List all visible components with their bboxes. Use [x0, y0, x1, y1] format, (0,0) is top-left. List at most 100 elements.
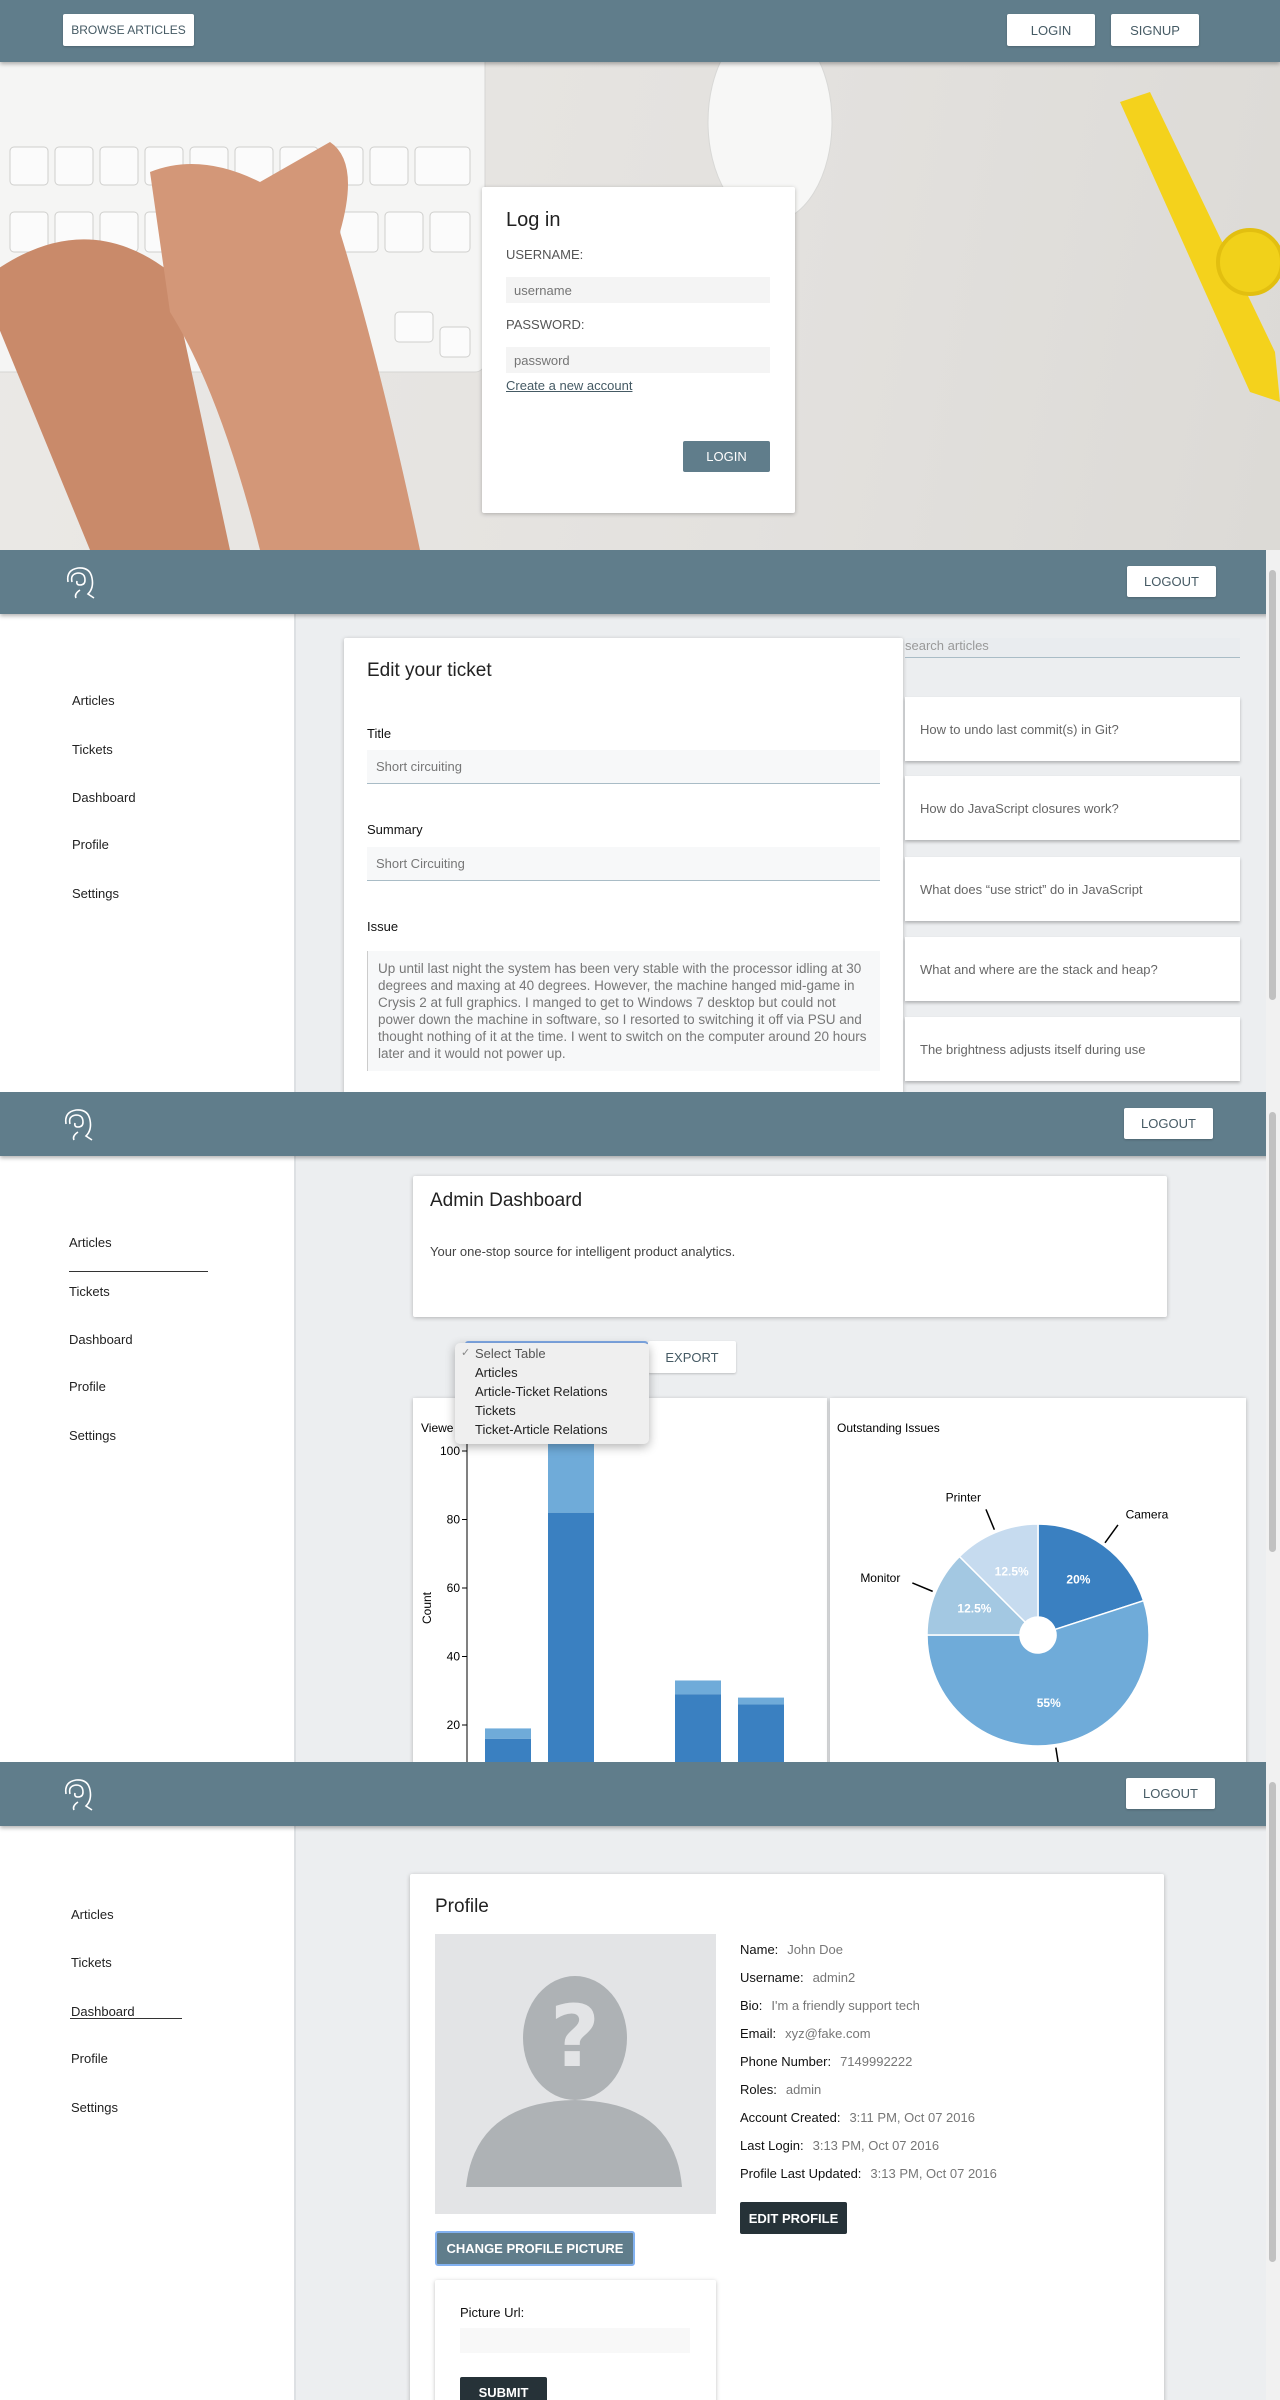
sidebar-item-tickets[interactable]: Tickets [71, 1955, 112, 1970]
sidebar-item-settings[interactable]: Settings [69, 1428, 116, 1443]
field-label: Bio: [740, 1998, 763, 2013]
dashboard-subtitle: Your one-stop source for intelligent pro… [430, 1244, 736, 1259]
password-input[interactable] [506, 347, 770, 373]
scrollbar[interactable] [1266, 1762, 1280, 2400]
profile-field: Name: John Doe [740, 1942, 843, 1957]
slice-name-label: Monitor [860, 1571, 900, 1585]
y-axis-label: Count [420, 1591, 434, 1624]
admin-dashboard-card: Admin Dashboard Your one-stop source for… [413, 1176, 1167, 1317]
title-input[interactable]: Short circuiting [367, 750, 880, 784]
dropdown-option[interactable]: ✓ Select Table [455, 1346, 649, 1365]
submit-button[interactable]: SUBMIT [460, 2377, 547, 2400]
field-label: Account Created: [740, 2110, 841, 2125]
dropdown-option-label: Select Table [475, 1346, 546, 1361]
sidebar-item-profile[interactable]: Profile [71, 2051, 108, 2066]
issue-textarea[interactable]: Up until last night the system has been … [367, 951, 880, 1071]
sidebar-item-settings[interactable]: Settings [71, 2100, 118, 2115]
bar-segment [675, 1680, 721, 1695]
picture-url-label: Picture Url: [460, 2305, 525, 2320]
logout-button[interactable]: LOGOUT [1127, 566, 1216, 597]
sidebar-item-dashboard[interactable]: Dashboard [72, 790, 136, 805]
login-submit-button[interactable]: LOGIN [683, 441, 770, 472]
dropdown-option[interactable]: Ticket-Article Relations [455, 1422, 649, 1441]
bar-segment [548, 1512, 594, 1762]
checkmark-icon: ✓ [461, 1347, 471, 1359]
field-label: Email: [740, 2026, 777, 2041]
export-button[interactable]: EXPORT [648, 1341, 736, 1373]
sidebar-item-settings[interactable]: Settings [72, 886, 119, 901]
chart-title: Outstanding Issues [837, 1421, 940, 1435]
nav-login-button[interactable]: LOGIN [1007, 14, 1095, 46]
field-value: admin2 [812, 1970, 856, 1985]
dropdown-option[interactable]: Articles [455, 1365, 649, 1384]
picture-url-card: Picture Url: SUBMIT [435, 2280, 716, 2400]
dropdown-option-label: Ticket-Article Relations [475, 1422, 608, 1437]
slice-name-label: Printer [946, 1490, 981, 1504]
sidebar: Articles Tickets Dashboard Profile Settings [0, 1156, 296, 1762]
y-tick-label: 100 [440, 1444, 460, 1458]
summary-label: Summary [367, 822, 423, 837]
scrollbar[interactable] [1266, 550, 1280, 1092]
article-card[interactable]: What does “use strict” do in JavaScript [905, 857, 1240, 921]
username-input[interactable] [506, 277, 770, 303]
summary-input[interactable]: Short Circuiting [367, 847, 880, 881]
dropdown-option[interactable]: Tickets [455, 1403, 649, 1422]
title-label: Title [367, 726, 392, 741]
browse-articles-button[interactable]: BROWSE ARTICLES [63, 14, 194, 46]
search-articles-input[interactable]: search articles [905, 638, 1240, 658]
username-label: USERNAME: [506, 247, 584, 262]
login-card: Log in USERNAME: PASSWORD: Create a new … [482, 187, 795, 513]
y-tick-label: 60 [447, 1581, 461, 1595]
profile-field: Account Created: 3:11 PM, Oct 07 2016 [740, 2110, 975, 2125]
logout-button[interactable]: LOGOUT [1126, 1778, 1215, 1809]
edit-profile-button[interactable]: EDIT PROFILE [740, 2202, 847, 2234]
sidebar-item-tickets[interactable]: Tickets [69, 1284, 110, 1299]
create-account-link[interactable]: Create a new account [506, 378, 632, 393]
dropdown-option[interactable]: Article-Ticket Relations [455, 1384, 649, 1403]
article-card[interactable]: The brightness adjusts itself during use [905, 1017, 1240, 1081]
profile-title: Profile [435, 1896, 489, 1917]
sidebar-item-profile[interactable]: Profile [72, 837, 109, 852]
issue-label: Issue [367, 919, 399, 934]
views-chart-card: Viewe 20 40 60 80 100 Count [413, 1398, 827, 1762]
sidebar-item-profile[interactable]: Profile [69, 1379, 106, 1394]
change-profile-picture-button[interactable]: CHANGE PROFILE PICTURE [435, 2231, 635, 2266]
top-nav: BROWSE ARTICLES LOGIN SIGNUP [0, 0, 1280, 62]
table-select-dropdown: ✓ Select Table Articles Article-Ticket Rela… [455, 1343, 649, 1444]
app-header: LOGOUT [0, 1762, 1280, 1826]
y-tick-label: 80 [447, 1513, 461, 1527]
field-value: 3:11 PM, Oct 07 2016 [849, 2110, 975, 2125]
sidebar-item-dashboard[interactable]: Dashboard [69, 1332, 133, 1347]
article-card[interactable]: What and where are the stack and heap? [905, 937, 1240, 1001]
article-card[interactable]: How do JavaScript closures work? [905, 776, 1240, 840]
profile-section: LOGOUT Articles Tickets Dashboard Profile Se… [0, 1762, 1280, 2400]
edit-ticket-card: Edit your ticket Title Short circuiting … [344, 638, 903, 1092]
profile-field: Profile Last Updated: 3:13 PM, Oct 07 201… [740, 2166, 997, 2181]
article-card[interactable]: How to undo last commit(s) in Git? [905, 697, 1240, 761]
sidebar-item-dashboard[interactable]: Dashboard [71, 2004, 135, 2019]
profile-field: Last Login: 3:13 PM, Oct 07 2016 [740, 2138, 939, 2153]
scrollbar[interactable] [1266, 1092, 1280, 1762]
unknown-user-icon: ? [466, 1976, 682, 2187]
slice-value-label: 20% [1066, 1572, 1090, 1586]
picture-url-input[interactable] [460, 2328, 690, 2353]
sidebar-item-articles[interactable]: Articles [72, 693, 115, 708]
dropdown-option-label: Article-Ticket Relations [475, 1384, 608, 1399]
active-indicator [70, 2018, 182, 2019]
sidebar-item-tickets[interactable]: Tickets [72, 742, 113, 757]
sidebar-item-articles[interactable]: Articles [71, 1907, 114, 1922]
label-leader-line [1055, 1747, 1059, 1762]
avatar: ? [435, 1934, 716, 2214]
field-value: John Doe [787, 1942, 843, 1957]
field-value: 7149992222 [840, 2054, 913, 2069]
logout-button[interactable]: LOGOUT [1124, 1108, 1213, 1139]
sidebar-item-articles[interactable]: Articles [69, 1235, 112, 1250]
label-leader-line [1104, 1524, 1119, 1544]
profile-field: Username: admin2 [740, 1970, 855, 1985]
dropdown-option-label: Articles [475, 1365, 518, 1380]
app-header: LOGOUT [0, 1092, 1280, 1156]
dashboard-title: Admin Dashboard [430, 1190, 583, 1211]
sidebar: Articles Tickets Dashboard Profile Settings [0, 1826, 296, 2400]
landing-section: BROWSE ARTICLES LOGIN SIGNUP Log in USER… [0, 0, 1280, 550]
signup-button[interactable]: SIGNUP [1111, 14, 1199, 46]
